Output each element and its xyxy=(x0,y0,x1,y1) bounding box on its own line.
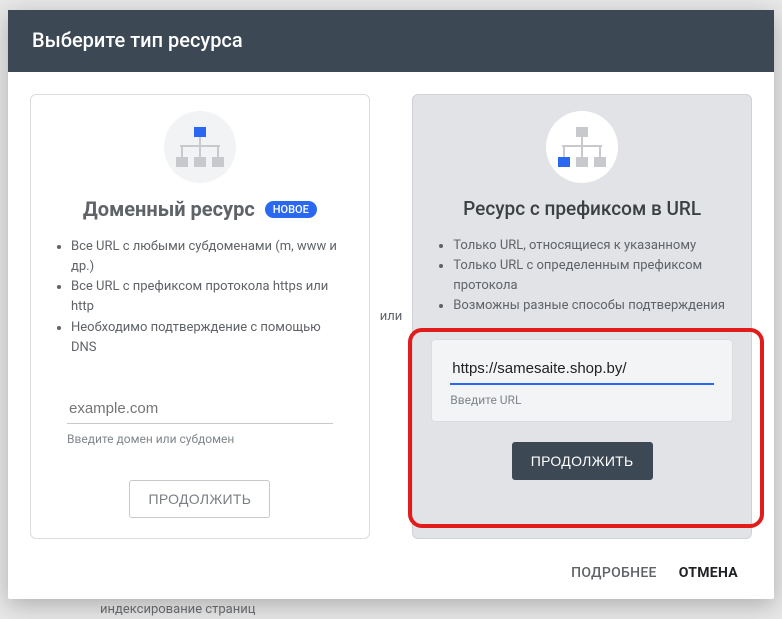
url-input-block: Введите URL xyxy=(431,339,733,422)
list-item: Все URL с любыми субдоменами (m, www и д… xyxy=(71,237,345,277)
list-item: Только URL с определенным префиксом прот… xyxy=(453,256,727,296)
modal-body: Доменный ресурс новое Все URL с любыми с… xyxy=(8,72,774,549)
list-item: Только URL, относящиеся к указанному xyxy=(453,236,727,256)
learn-more-link[interactable]: ПОДРОБНЕЕ xyxy=(571,565,657,581)
modal-footer: ПОДРОБНЕЕ ОТМЕНА xyxy=(8,549,774,599)
domain-card-title: Доменный ресурс xyxy=(83,197,255,221)
list-item: Возможны разные способы подтверждения xyxy=(453,296,727,316)
or-separator: или xyxy=(370,94,413,539)
url-card-title: Ресурс с префиксом в URL xyxy=(463,197,701,220)
icon-wrap xyxy=(31,105,369,193)
list-item: Все URL с префиксом протокола https или … xyxy=(71,277,345,317)
url-prefix-property-card[interactable]: Ресурс с префиксом в URL Только URL, отн… xyxy=(412,94,752,539)
cancel-button[interactable]: ОТМЕНА xyxy=(679,565,738,581)
url-input-helper: Введите URL xyxy=(450,393,714,407)
domain-sitemap-icon xyxy=(164,111,236,183)
url-continue-button[interactable]: ПРОДОЛЖИТЬ xyxy=(512,442,653,480)
property-type-modal: Выберите тип ресурса Доменный ресурс нов… xyxy=(8,10,774,599)
new-badge: новое xyxy=(265,201,317,218)
domain-continue-button[interactable]: ПРОДОЛЖИТЬ xyxy=(129,480,270,518)
background-text: индексирование страниц xyxy=(100,602,255,617)
domain-bullets: Все URL с любыми субдоменами (m, www и д… xyxy=(31,229,369,370)
url-bullets: Только URL, относящиеся к указанному Тол… xyxy=(413,228,751,329)
list-item: Необходимо подтверждение с помощью DNS xyxy=(71,318,345,358)
domain-input-block: Введите домен или субдомен xyxy=(49,380,351,460)
url-sitemap-icon xyxy=(546,111,618,183)
domain-input-helper: Введите домен или субдомен xyxy=(67,432,333,446)
icon-wrap xyxy=(413,105,751,193)
domain-input[interactable] xyxy=(67,394,333,424)
domain-property-card[interactable]: Доменный ресурс новое Все URL с любыми с… xyxy=(30,94,370,539)
modal-title: Выберите тип ресурса xyxy=(8,10,774,72)
url-input[interactable] xyxy=(450,354,714,385)
